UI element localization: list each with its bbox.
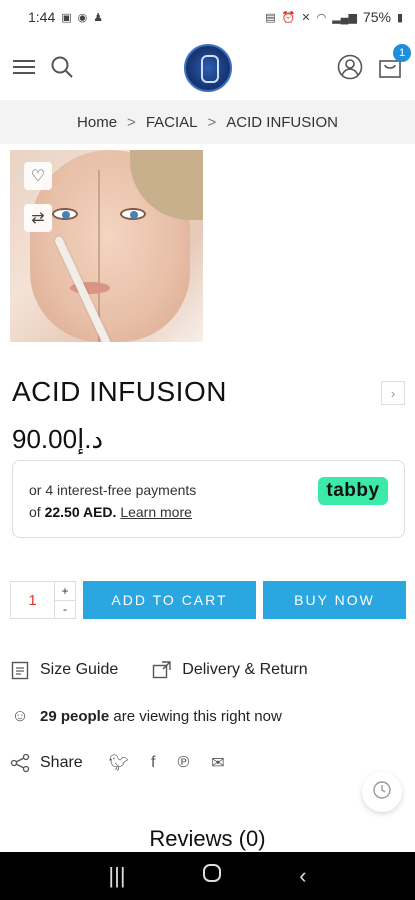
- app-notification-icon: ◉: [77, 11, 88, 24]
- recent-apps-icon[interactable]: |||: [108, 863, 125, 889]
- site-header: 1: [0, 38, 415, 100]
- pinterest-icon[interactable]: ℗: [177, 754, 189, 772]
- tabby-of: of: [29, 504, 41, 520]
- product-image[interactable]: ♡ ⇄: [10, 150, 203, 342]
- status-bar: 1:44 ▣ ◉ ♟ ▤ ⏰ ✕ ◠ ▂▄▆ 75% ▮: [0, 0, 415, 34]
- breadcrumb-separator: >: [127, 113, 136, 131]
- cart-button[interactable]: 1: [377, 43, 411, 85]
- next-product-button[interactable]: ›: [381, 381, 405, 405]
- viewers-text: are viewing this right now: [113, 707, 282, 725]
- mute-icon: ✕: [301, 11, 311, 24]
- cart-count-badge: 1: [393, 43, 411, 62]
- compare-icon[interactable]: ⇄: [24, 204, 52, 232]
- system-nav-bar: ||| ‹: [0, 852, 415, 900]
- product-title: ACID INFUSION: [12, 376, 227, 407]
- back-icon[interactable]: ‹: [299, 863, 306, 889]
- delivery-return-link[interactable]: Delivery & Return: [182, 661, 307, 679]
- reviews-heading: Reviews (0): [149, 826, 266, 851]
- user-icon[interactable]: [337, 54, 363, 85]
- breadcrumb: Home > FACIAL > ACID INFUSION: [0, 100, 415, 144]
- quantity-plus-button[interactable]: +: [55, 582, 75, 601]
- recently-viewed-button[interactable]: [362, 772, 402, 812]
- product-price: 90.00د.إ: [12, 424, 104, 454]
- email-icon[interactable]: ✉: [211, 753, 224, 773]
- product-links-row: Size Guide Delivery & Return: [10, 660, 308, 680]
- quantity-input[interactable]: 1: [11, 582, 55, 618]
- tabby-widget: or 4 interest-free payments of 22.50 AED…: [12, 460, 405, 538]
- alarm-icon: ⏰: [281, 11, 296, 24]
- breadcrumb-current: ACID INFUSION: [226, 113, 338, 131]
- viewers-row: ☺ 29 people are viewing this right now: [10, 706, 282, 726]
- share-label: Share: [40, 754, 83, 771]
- search-icon[interactable]: [50, 55, 74, 84]
- smile-icon: ☺: [11, 706, 29, 725]
- breadcrumb-home[interactable]: Home: [77, 114, 117, 131]
- site-logo[interactable]: [184, 44, 232, 92]
- viewers-count: 29 people: [40, 707, 110, 725]
- tabby-learn-more-link[interactable]: Learn more: [120, 504, 192, 520]
- menu-icon[interactable]: [12, 57, 36, 82]
- notification-icon: ♟: [93, 11, 104, 24]
- battery-icon: ▮: [396, 11, 403, 24]
- breadcrumb-separator: >: [207, 113, 217, 131]
- gallery-icon: ▣: [61, 11, 72, 24]
- wifi-icon: ◠: [316, 11, 327, 24]
- heart-icon[interactable]: ♡: [24, 162, 52, 190]
- clock-icon: [372, 780, 392, 805]
- size-guide-link[interactable]: Size Guide: [40, 661, 118, 679]
- twitter-icon[interactable]: 🐦︎: [109, 753, 129, 773]
- lock-icon: ▤: [265, 11, 276, 24]
- quantity-stepper[interactable]: 1 + -: [10, 581, 76, 619]
- share-row: Share 🐦︎ f ℗ ✉: [10, 753, 225, 773]
- status-time: 1:44: [28, 9, 56, 25]
- facebook-icon[interactable]: f: [151, 754, 155, 772]
- delivery-icon: [152, 660, 172, 680]
- add-to-cart-button[interactable]: ADD TO CART: [83, 581, 256, 619]
- buy-now-button[interactable]: BUY NOW: [263, 581, 406, 619]
- quantity-minus-button[interactable]: -: [55, 601, 75, 619]
- chevron-right-icon: ›: [390, 385, 396, 401]
- clipboard-icon: [10, 660, 30, 680]
- signal-icon: ▂▄▆: [332, 11, 357, 24]
- home-icon[interactable]: [202, 863, 222, 889]
- battery-percentage: 75%: [362, 9, 391, 25]
- tabby-logo: tabby: [318, 477, 388, 505]
- share-icon: [10, 753, 30, 773]
- tabby-amount: 22.50 AED.: [44, 504, 117, 520]
- breadcrumb-category[interactable]: FACIAL: [146, 114, 198, 131]
